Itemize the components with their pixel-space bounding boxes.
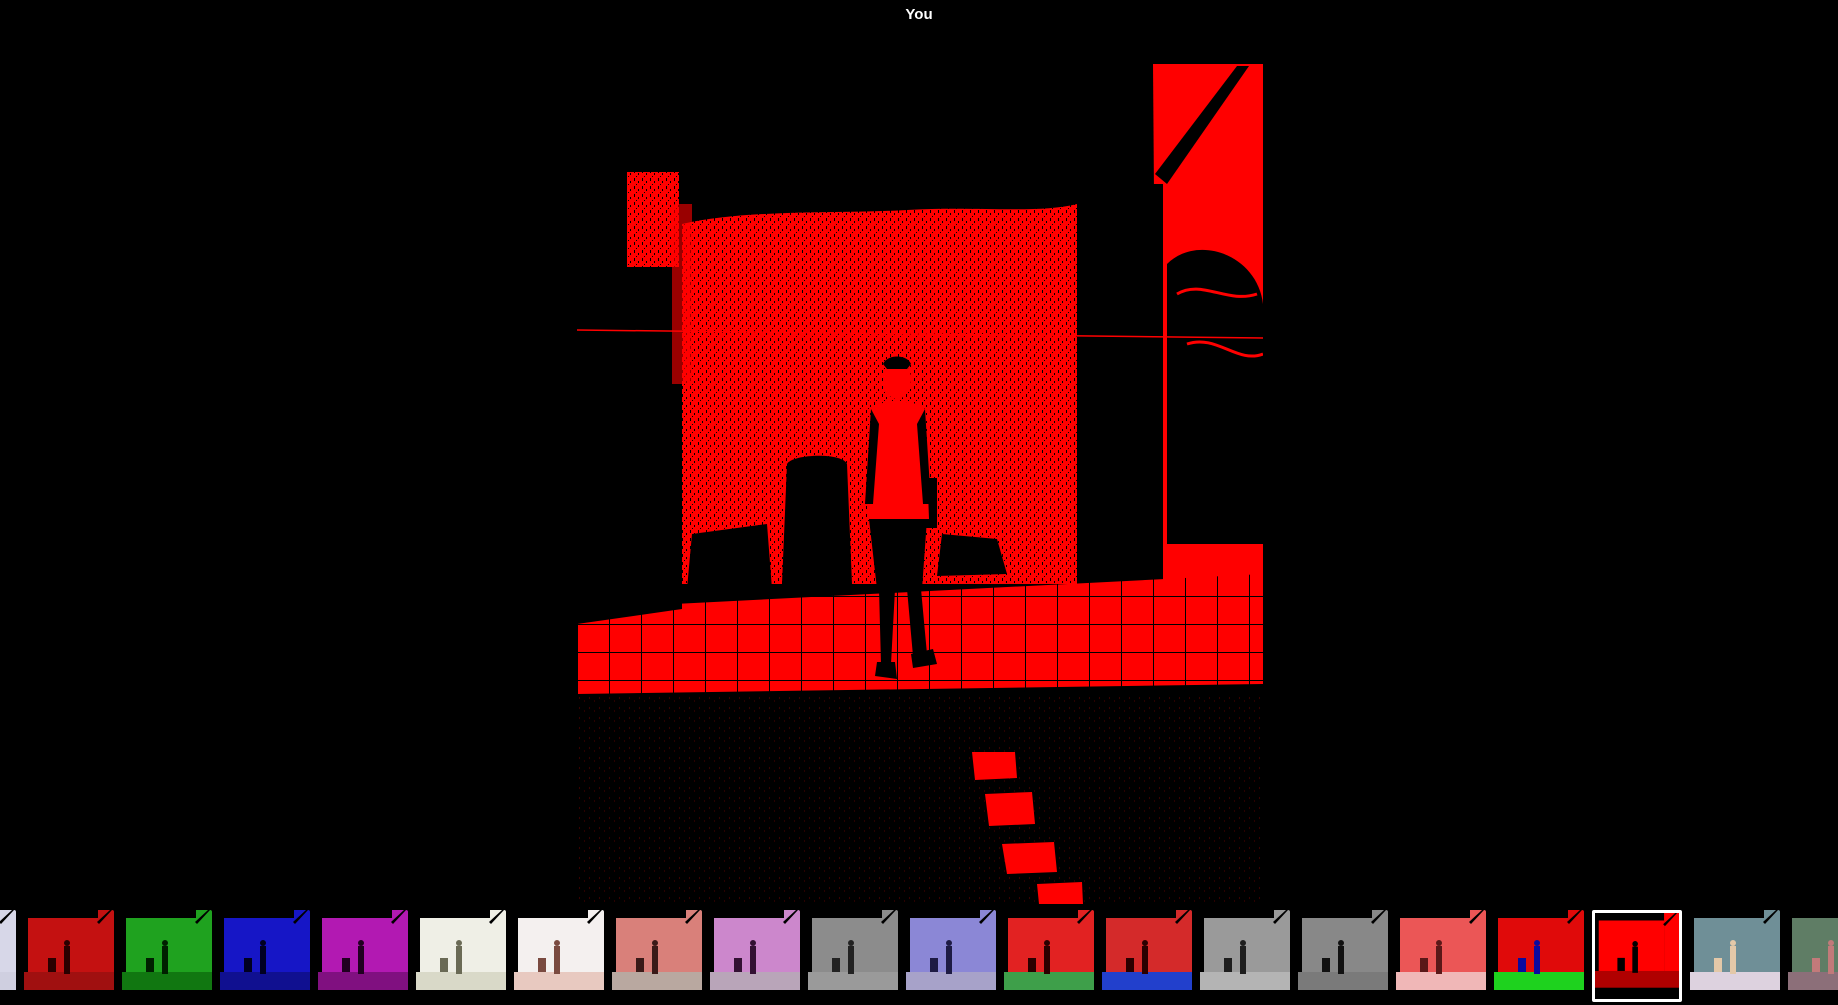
thumbnail-preview — [1004, 910, 1094, 1002]
filter-strip[interactable] — [0, 910, 1838, 1002]
filter-thumbnail-inverted[interactable] — [1690, 910, 1780, 1002]
filter-thumbnail-red-blue[interactable] — [1102, 910, 1192, 1002]
filter-thumbnail-bright[interactable] — [514, 910, 604, 1002]
filter-thumbnail-grayscale-dark[interactable] — [1298, 910, 1388, 1002]
filter-thumbnail-red-green[interactable] — [1004, 910, 1094, 1002]
filter-thumbnail-red[interactable] — [24, 910, 114, 1002]
thumbnail-preview — [1102, 910, 1192, 1002]
filter-thumbnail-pink[interactable] — [710, 910, 800, 1002]
filter-thumbnail-gray[interactable] — [808, 910, 898, 1002]
filter-thumbnail-light-red[interactable] — [1396, 910, 1486, 1002]
thumbnail-preview — [1788, 910, 1838, 1002]
main-video-preview — [577, 64, 1263, 904]
thumbnail-preview — [906, 910, 996, 1002]
filter-thumbnail-overexposed[interactable] — [416, 910, 506, 1002]
thumbnail-preview — [1595, 913, 1679, 999]
thumbnail-preview — [808, 910, 898, 1002]
thumbnail-preview — [122, 910, 212, 1002]
filter-thumbnail-blue[interactable] — [220, 910, 310, 1002]
thumbnail-preview — [514, 910, 604, 1002]
thumbnail-preview — [24, 910, 114, 1002]
thumbnail-preview — [416, 910, 506, 1002]
filter-thumbnail-grayscale[interactable] — [1200, 910, 1290, 1002]
thumbnail-preview — [1200, 910, 1290, 1002]
filter-thumbnail-lavender[interactable] — [906, 910, 996, 1002]
filter-thumbnail-warm[interactable] — [612, 910, 702, 1002]
filter-thumbnail-magenta[interactable] — [318, 910, 408, 1002]
thumbnail-preview — [318, 910, 408, 1002]
filter-thumbnail-threshold-red[interactable] — [1592, 910, 1682, 1002]
video-frame — [577, 64, 1263, 904]
thumbnail-preview — [710, 910, 800, 1002]
thumbnail-preview — [1494, 910, 1584, 1002]
filter-thumbnail-posterize[interactable] — [1494, 910, 1584, 1002]
thumbnail-preview — [612, 910, 702, 1002]
filter-thumbnail-partial-right[interactable] — [1788, 910, 1838, 1002]
thumbnail-preview — [1396, 910, 1486, 1002]
filter-thumbnail-partial-left[interactable] — [0, 910, 16, 1002]
thumbnail-preview — [1690, 910, 1780, 1002]
page-title: You — [905, 6, 933, 23]
thumbnail-preview — [1298, 910, 1388, 1002]
filter-thumbnail-green[interactable] — [122, 910, 212, 1002]
thumbnail-preview — [220, 910, 310, 1002]
thumbnail-preview — [0, 910, 16, 1002]
